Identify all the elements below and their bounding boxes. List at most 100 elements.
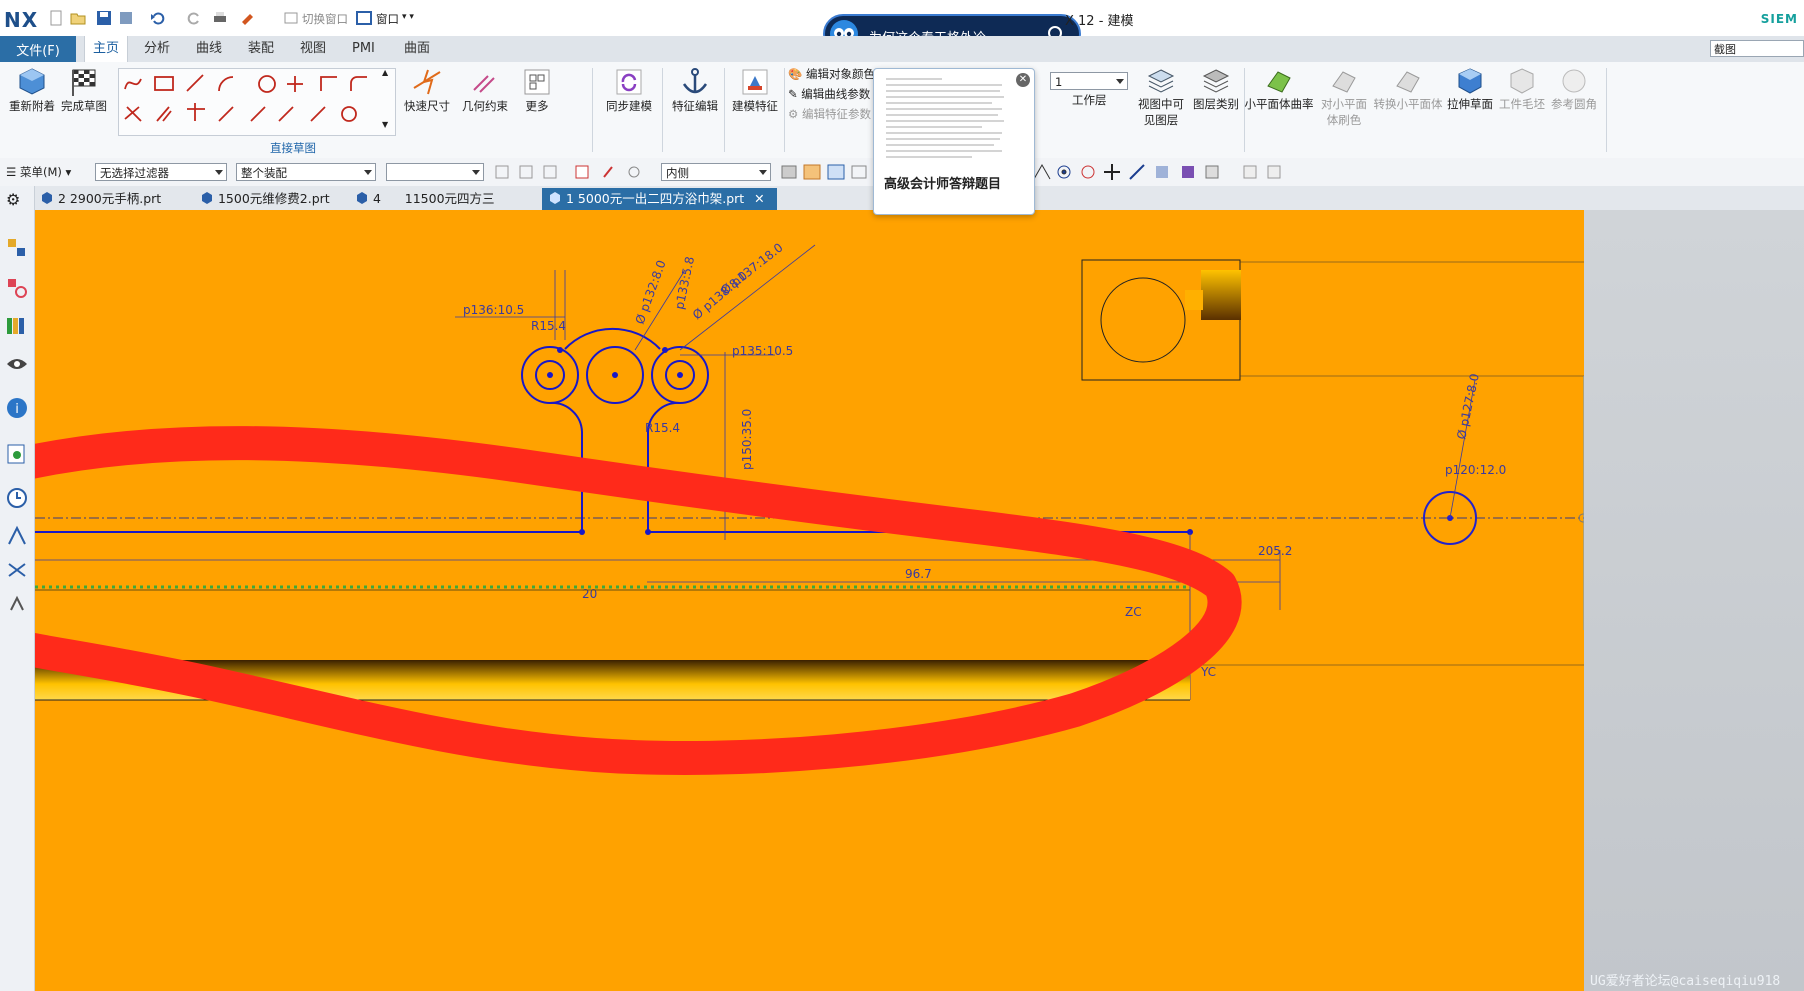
redo-icon[interactable] xyxy=(186,10,202,26)
web-browser-icon[interactable] xyxy=(5,442,29,466)
process-studio-icon[interactable] xyxy=(5,524,29,548)
dim-label-p120[interactable]: p120:12.0 xyxy=(1445,463,1506,477)
edit-obj-color-button[interactable]: 🎨 编辑对象颜色 xyxy=(788,66,875,82)
tab-curve[interactable]: 曲线 xyxy=(188,36,230,62)
doc-tab[interactable]: 4 11500元四方三通.prt xyxy=(355,188,525,228)
assembly-scope-value: 整个装配 xyxy=(241,166,287,180)
chevron-down-icon[interactable]: ▾ ▾ xyxy=(402,12,414,22)
assembly-navigator-icon[interactable] xyxy=(5,236,29,260)
eye-icon[interactable] xyxy=(5,352,29,376)
window-icon[interactable] xyxy=(356,10,372,26)
open-file-icon[interactable] xyxy=(70,10,86,26)
close-icon[interactable]: ✕ xyxy=(754,191,764,206)
constraint-navigator-icon[interactable] xyxy=(5,276,29,300)
tab-home[interactable]: 主页 xyxy=(84,36,129,62)
more-button[interactable]: 更多 xyxy=(514,66,560,114)
tab-view[interactable]: 视图 xyxy=(292,36,334,62)
to-small-plane-label-1: 对小平面 xyxy=(1321,97,1367,111)
gallery-scroll-down[interactable]: ▼ xyxy=(382,120,388,129)
dim-label-96[interactable]: 96.7 xyxy=(905,567,932,581)
undo-icon[interactable] xyxy=(150,10,166,26)
sketch-tool-icons[interactable] xyxy=(119,69,395,135)
ribbon-divider xyxy=(784,68,785,152)
small-plane-curvature-button[interactable]: 小平面体曲率 xyxy=(1244,66,1314,112)
dim-label-p133[interactable]: p133:5.8 xyxy=(672,255,697,310)
file-menu-tab[interactable]: 文件(F) xyxy=(0,36,76,62)
snap-point-icons[interactable] xyxy=(1032,163,1292,181)
quick-dimension-button[interactable]: 快速尺寸 xyxy=(398,66,456,114)
doc-tab[interactable]: 2 2900元手柄.prt xyxy=(40,188,180,210)
reattach-button[interactable]: 重新附着 xyxy=(6,66,58,114)
tab-assembly[interactable]: 装配 xyxy=(240,36,282,62)
edit-curve-params-button[interactable]: ✎ 编辑曲线参数 xyxy=(788,86,870,102)
switch-window-label[interactable]: 切换窗口 xyxy=(302,11,348,27)
reuse-library-icon[interactable] xyxy=(5,558,29,582)
model-feature-label: 建模特征 xyxy=(732,99,778,113)
layer-category-button[interactable]: 图层类别 xyxy=(1190,66,1242,112)
inside-select[interactable]: 内侧 xyxy=(661,163,771,181)
tool-blank-button[interactable]: 工件毛坯 xyxy=(1496,66,1548,112)
blank-cube-icon xyxy=(1510,68,1534,94)
feature-icon xyxy=(742,69,768,95)
ref-fillet-button[interactable]: 参考圆角 xyxy=(1548,66,1600,112)
save-as-icon[interactable] xyxy=(118,10,134,26)
dim-label-205[interactable]: 205.2 xyxy=(1258,544,1292,558)
sync-model-button[interactable]: 同步建模 xyxy=(600,66,658,114)
dim-label-p136[interactable]: p136:10.5 xyxy=(463,303,524,317)
dim-label-p127[interactable]: Ø p127:8.0 xyxy=(1454,372,1482,440)
dim-label-p138[interactable]: Ø p138:8.0 xyxy=(690,269,750,323)
more-label: 更多 xyxy=(525,99,549,113)
convert-small-plane-button[interactable]: 转换小平面体 xyxy=(1372,66,1444,112)
ribbon-divider xyxy=(662,68,663,152)
dim-label-r1[interactable]: R15.4 xyxy=(531,319,566,333)
selection-filter-select[interactable]: 无选择过滤器 xyxy=(95,163,227,181)
info-icon[interactable]: i xyxy=(5,396,29,420)
gallery-scroll-up[interactable]: ▲ xyxy=(382,68,388,77)
dim-label-p135[interactable]: p135:10.5 xyxy=(732,344,793,358)
feature-edit-button[interactable]: 特征编辑 xyxy=(666,66,724,114)
to-small-plane-button[interactable]: 对小平面 体刷色 xyxy=(1314,66,1374,128)
close-icon[interactable]: ✕ xyxy=(1016,73,1030,87)
dim-label-p132[interactable]: Ø p132:8.0 xyxy=(633,258,669,326)
snap-tools-icons[interactable] xyxy=(494,163,654,181)
save-icon[interactable] xyxy=(96,10,112,26)
part-navigator-icon[interactable] xyxy=(5,314,29,338)
tab-pmi[interactable]: PMI xyxy=(344,36,383,62)
blank-select[interactable] xyxy=(386,163,484,181)
recommendation-popup[interactable]: ✕ 高级会计师答辩题目 xyxy=(873,68,1035,215)
tools-icon[interactable] xyxy=(240,10,256,26)
window-menu[interactable]: 窗口 xyxy=(376,11,399,27)
dim-label-20[interactable]: 20 xyxy=(582,587,597,601)
edit-feature-params-button[interactable]: ⚙ 编辑特征参数 xyxy=(788,106,871,122)
roles-icon[interactable] xyxy=(5,592,29,616)
graphics-background-right xyxy=(1584,210,1804,991)
gear-icon[interactable]: ⚙ xyxy=(6,190,20,209)
tab-analysis[interactable]: 分析 xyxy=(136,36,178,62)
anchor-icon xyxy=(682,68,708,94)
geo-constraint-button[interactable]: 几何约束 xyxy=(456,66,514,114)
doc-tab-active[interactable]: 1 5000元一出二四方浴巾架.prt ✕ xyxy=(542,188,777,210)
switch-window-icon[interactable] xyxy=(283,10,299,26)
view-tools-icons[interactable] xyxy=(780,163,880,181)
finish-sketch-button[interactable]: 完成草图 xyxy=(58,66,110,114)
history-icon[interactable] xyxy=(5,486,29,510)
assembly-scope-select[interactable]: 整个装配 xyxy=(236,163,376,181)
graphics-window[interactable]: Ø p127:8.0 p120:12.0 p136:10.5 p135:10.5… xyxy=(35,210,1584,991)
command-search-input[interactable]: 截图 xyxy=(1710,40,1804,57)
print-icon[interactable] xyxy=(212,10,228,26)
ref-fillet-label: 参考圆角 xyxy=(1551,97,1597,111)
doc-tab[interactable]: 1500元维修费2.prt xyxy=(200,188,340,210)
view-visible-layer-button[interactable]: 视图中可 见图层 xyxy=(1134,66,1188,128)
layer-select[interactable]: 1 xyxy=(1050,72,1128,90)
dim-label-p150[interactable]: p150:35.0 xyxy=(740,409,754,470)
tab-surface[interactable]: 曲面 xyxy=(396,36,438,62)
feature-edit-label: 特征编辑 xyxy=(672,99,718,113)
sketch-viewport[interactable]: Ø p127:8.0 p120:12.0 p136:10.5 p135:10.5… xyxy=(35,210,1584,991)
menu-button[interactable]: ☰ 菜单(M) ▾ xyxy=(6,164,71,180)
extrude-face-button[interactable]: 拉伸草面 xyxy=(1444,66,1496,112)
dim-label-r2[interactable]: R15.4 xyxy=(645,421,680,435)
new-file-icon[interactable] xyxy=(48,10,64,26)
tool-blank-label: 工件毛坯 xyxy=(1499,97,1545,111)
popup-caption[interactable]: 高级会计师答辩题目 xyxy=(884,173,1001,192)
model-feature-button[interactable]: 建模特征 xyxy=(726,66,784,114)
